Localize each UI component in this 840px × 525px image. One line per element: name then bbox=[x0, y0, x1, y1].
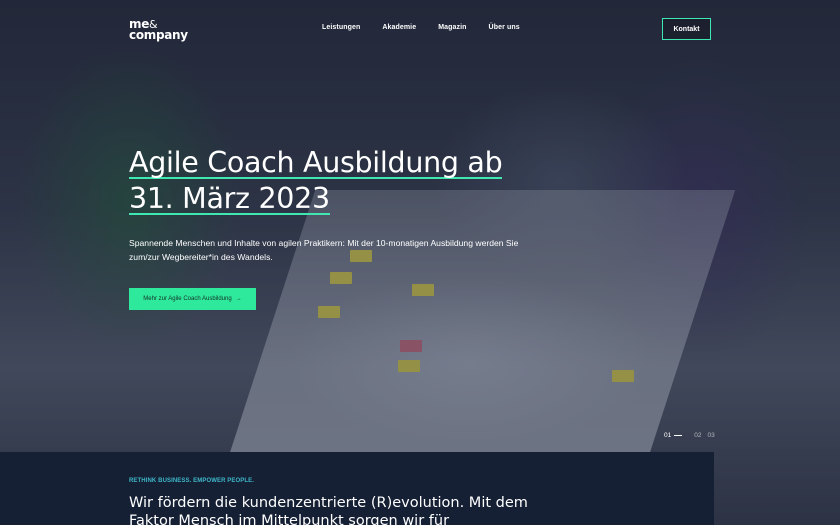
slider-pagination: 01 02 03 bbox=[664, 432, 721, 439]
headline-line-1: Agile Coach Ausbildung ab bbox=[129, 146, 503, 179]
nav-item-leistungen[interactable]: Leistungen bbox=[322, 24, 360, 31]
logo-text-company: company bbox=[129, 28, 188, 42]
headline-line-2: 31. März 2023 bbox=[129, 182, 330, 215]
cta-label: Mehr zur Agile Coach Ausbildung bbox=[143, 296, 232, 302]
cta-button[interactable]: Mehr zur Agile Coach Ausbildung → bbox=[129, 288, 256, 310]
hero-lead: Spannende Menschen und Inhalte von agile… bbox=[129, 238, 519, 262]
panel-text: Wir fördern die kundenzentrierte (R)evol… bbox=[129, 495, 528, 525]
main-nav: Leistungen Akademie Magazin Über uns bbox=[322, 24, 542, 31]
slide-indicator-3[interactable]: 03 bbox=[707, 432, 714, 439]
nav-item-magazin[interactable]: Magazin bbox=[438, 24, 466, 31]
slide-active-line bbox=[674, 435, 683, 436]
intro-panel: RETHINK BUSINESS. EMPOWER PEOPLE. Wir fö… bbox=[0, 452, 714, 525]
logo[interactable]: me& company bbox=[129, 18, 199, 42]
slide-indicator-2[interactable]: 02 bbox=[694, 432, 701, 439]
panel-eyebrow: RETHINK BUSINESS. EMPOWER PEOPLE. bbox=[129, 478, 254, 484]
hero-headline: Agile Coach Ausbildung ab 31. März 2023 bbox=[129, 145, 549, 217]
site-header: me& company Leistungen Akademie Magazin … bbox=[0, 0, 840, 60]
contact-button[interactable]: Kontakt bbox=[662, 18, 711, 40]
nav-item-ueber-uns[interactable]: Über uns bbox=[489, 24, 520, 31]
slide-indicator-active[interactable]: 01 bbox=[664, 432, 671, 439]
arrow-right-icon: → bbox=[235, 296, 242, 302]
nav-item-akademie[interactable]: Akademie bbox=[382, 24, 416, 31]
